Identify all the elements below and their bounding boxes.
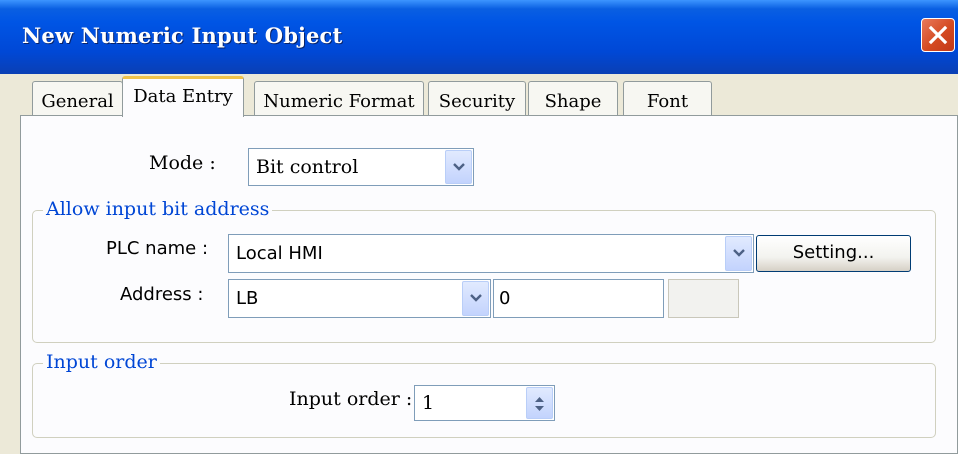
window-title: New Numeric Input Object [22, 23, 343, 48]
chevron-down-icon [470, 294, 482, 302]
allow-input-group: Allow input bit address PLC name : Local… [32, 198, 936, 343]
close-icon [928, 25, 948, 45]
spin-arrows-icon [535, 397, 544, 411]
chevron-down-icon [453, 163, 465, 171]
address-label: Address : [120, 284, 204, 305]
plc-name-value: Local HMI [236, 243, 323, 264]
input-order-group: Input order Input order : 1 [32, 351, 936, 438]
plc-name-label: PLC name : [106, 238, 209, 259]
tab-font[interactable]: Font [623, 81, 712, 116]
plc-dropdown-button[interactable] [725, 236, 752, 271]
tab-security[interactable]: Security [428, 81, 526, 116]
tab-data-entry[interactable]: Data Entry [122, 76, 244, 117]
address-number-value: 0 [499, 288, 511, 309]
chevron-down-icon [733, 249, 745, 257]
close-button[interactable] [921, 18, 955, 52]
address-dropdown-button[interactable] [462, 281, 489, 316]
tab-numeric-format[interactable]: Numeric Format [254, 81, 424, 116]
input-order-spinner[interactable]: 1 [414, 385, 555, 421]
input-order-legend: Input order [43, 351, 160, 373]
input-order-value: 1 [422, 392, 435, 414]
input-order-label: Input order : [289, 388, 413, 410]
address-device-value: LB [236, 288, 259, 309]
allow-input-legend: Allow input bit address [43, 198, 273, 220]
address-number-input[interactable]: 0 [493, 279, 664, 318]
tab-panel-data-entry: Mode : Bit control Allow input bit addre… [20, 115, 958, 454]
plc-name-select[interactable]: Local HMI [228, 234, 754, 273]
input-order-spin-button[interactable] [526, 387, 553, 419]
mode-label: Mode : [149, 152, 216, 174]
mode-select[interactable]: Bit control [248, 148, 474, 186]
address-device-select[interactable]: LB [228, 279, 491, 318]
address-extra-field [668, 279, 739, 318]
setting-button[interactable]: Setting... [756, 235, 911, 272]
tab-shape[interactable]: Shape [528, 81, 618, 116]
tab-general[interactable]: General [32, 81, 123, 116]
mode-dropdown-button[interactable] [445, 150, 472, 184]
mode-value: Bit control [256, 156, 359, 178]
tab-strip: General Data Entry Numeric Format Securi… [20, 74, 958, 117]
title-bar: New Numeric Input Object [0, 0, 958, 74]
